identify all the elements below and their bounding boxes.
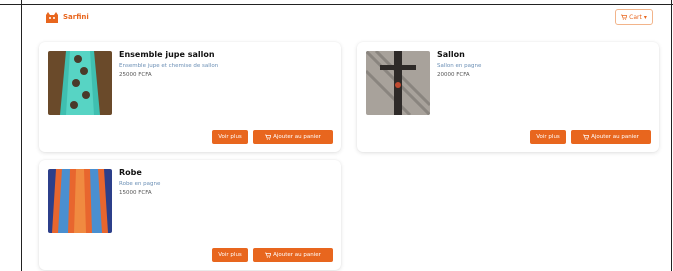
product-price: 20000 FCFA xyxy=(437,72,470,78)
cat-logo-icon xyxy=(46,12,58,23)
product-image[interactable] xyxy=(48,169,112,233)
product-title[interactable]: Ensemble jupe sallon xyxy=(119,50,329,59)
add-to-cart-button[interactable]: Ajouter au panier xyxy=(253,248,333,262)
view-more-button[interactable]: Voir plus xyxy=(212,130,248,144)
add-to-cart-button[interactable]: Ajouter au panier xyxy=(253,130,333,144)
chevron-down-icon: ▾ xyxy=(643,13,647,21)
view-more-button[interactable]: Voir plus xyxy=(212,248,248,262)
brand-logo[interactable]: Sarfini xyxy=(44,9,89,25)
add-to-cart-button[interactable]: Ajouter au panier xyxy=(571,130,651,144)
cart-label: Cart xyxy=(629,13,642,21)
view-more-button[interactable]: Voir plus xyxy=(530,130,566,144)
cart-icon xyxy=(265,252,272,258)
add-to-cart-label: Ajouter au panier xyxy=(591,134,639,140)
cart-icon xyxy=(265,134,272,140)
product-description: Robe en pagne xyxy=(119,181,161,187)
cart-icon xyxy=(583,134,590,140)
product-description: Sallon en pagne xyxy=(437,63,482,69)
product-title[interactable]: Sallon xyxy=(437,50,647,59)
product-image[interactable] xyxy=(366,51,430,115)
frame-right-line xyxy=(671,0,672,271)
brand-name: Sarfini xyxy=(63,13,89,21)
product-description: Ensemble jupe et chemise de sallon xyxy=(119,63,219,69)
app-window: Sarfini Cart ▾ Ensemble jupe sallon Ense… xyxy=(22,5,671,271)
add-to-cart-label: Ajouter au panier xyxy=(273,252,321,258)
dress-image-orange xyxy=(48,169,112,233)
product-price: 15000 FCFA xyxy=(119,190,152,196)
add-to-cart-label: Ajouter au panier xyxy=(273,134,321,140)
fabric-image-grey xyxy=(366,51,430,115)
cart-button[interactable]: Cart ▾ xyxy=(615,9,653,25)
product-card: Sallon Sallon en pagne 20000 FCFA Voir p… xyxy=(357,42,659,152)
cart-icon xyxy=(621,14,628,20)
dress-image-teal xyxy=(48,51,112,115)
product-card: Robe Robe en pagne 15000 FCFA Voir plus … xyxy=(39,160,341,270)
product-image[interactable] xyxy=(48,51,112,115)
product-card: Ensemble jupe sallon Ensemble jupe et ch… xyxy=(39,42,341,152)
product-title[interactable]: Robe xyxy=(119,168,329,177)
product-price: 25000 FCFA xyxy=(119,72,152,78)
